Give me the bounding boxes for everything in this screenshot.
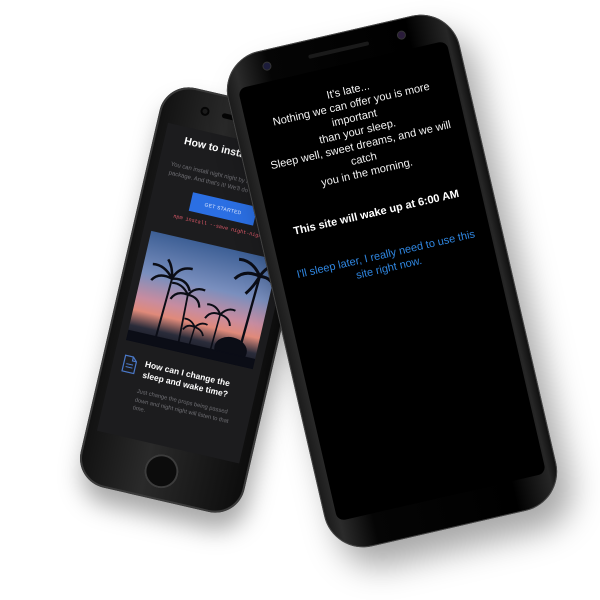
palm-silhouettes <box>126 257 278 370</box>
palm-trees-sunset-image <box>126 230 278 370</box>
iris-sensor <box>262 61 272 71</box>
front-phone: It's late... Nothing we can offer you is… <box>218 6 566 556</box>
earpiece-speaker <box>308 41 370 59</box>
front-camera <box>397 30 406 40</box>
front-phone-screen: It's late... Nothing we can offer you is… <box>237 40 547 522</box>
document-icon <box>121 354 138 375</box>
front-camera <box>199 105 211 117</box>
mockup-scene: How to install ni You can install night … <box>0 0 600 600</box>
sleep-message: It's late... Nothing we can offer you is… <box>250 62 465 202</box>
home-button[interactable] <box>141 450 182 492</box>
use-site-anyway-link[interactable]: I'll sleep later, I really need to use t… <box>292 227 483 297</box>
